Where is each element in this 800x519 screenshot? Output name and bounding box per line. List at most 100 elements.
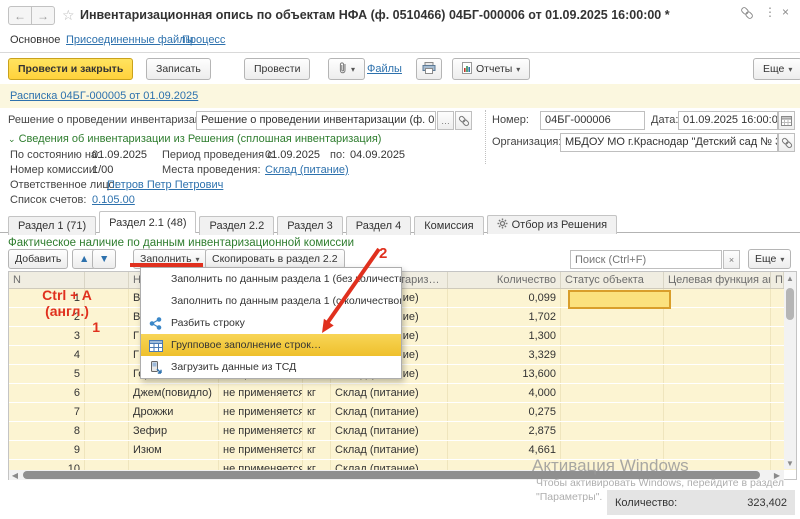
reports-button[interactable]: Отчеты ▾ [452, 58, 530, 80]
collapse-chevron-icon: ⌄ [8, 134, 16, 144]
menu-item-load-from-tsd[interactable]: Загрузить данные из ТСД [141, 356, 401, 378]
table-row[interactable]: 6Джем(повидло)не применяетсякгСклад (пит… [9, 384, 796, 403]
tab-section-1[interactable]: Раздел 1 (71) [8, 216, 96, 235]
more-menu-icon[interactable]: ⋮ [764, 5, 776, 19]
search-clear-icon[interactable]: × [723, 250, 740, 269]
menu-item-group-fill-rows[interactable]: Групповое заполнение строк… [141, 334, 401, 356]
post-button[interactable]: Провести [244, 58, 310, 80]
location-link[interactable]: Склад (питание) [265, 164, 349, 176]
organization-open-icon[interactable] [778, 133, 795, 152]
scroll-down-icon[interactable]: ▼ [784, 457, 796, 469]
search-input[interactable] [570, 250, 722, 269]
table-row[interactable]: 7Дрожжине применяетсякгСклад (питание)0,… [9, 403, 796, 422]
vertical-scrollbar[interactable]: ▲ ▼ [784, 272, 796, 469]
date-field[interactable]: 01.09.2025 16:00:00 [678, 111, 778, 130]
save-button[interactable]: Записать [146, 58, 211, 80]
page-title: Инвентаризационная опись по объектам НФА… [80, 8, 670, 22]
person-label: Ответственное лицо: [10, 179, 118, 191]
table-row[interactable]: 2Вне применяетсякгСклад (питание)1,702 [9, 308, 796, 327]
tab-section-2-2[interactable]: Раздел 2.2 [199, 216, 274, 235]
title-bar: ← → ☆ Инвентаризационная опись по объект… [0, 0, 800, 30]
organization-label: Организация: [492, 136, 561, 148]
person-link[interactable]: Петров Петр Петрович [107, 179, 223, 191]
details-group-header[interactable]: ⌄ Сведения об инвентаризации из Решения … [8, 133, 381, 145]
commission-value: 1/00 [92, 164, 113, 176]
selected-cell[interactable] [568, 290, 671, 309]
decision-field[interactable]: Решение о проведении инвентаризации (ф. … [196, 111, 436, 130]
period-to-label: по: [330, 149, 345, 161]
quantity-total-value: 323,402 [747, 497, 787, 509]
table-more-button[interactable]: Еще▾ [748, 249, 791, 269]
close-icon[interactable]: × [782, 5, 789, 19]
back-button[interactable]: ← [8, 6, 32, 25]
calendar-icon[interactable] [778, 111, 795, 130]
table-row[interactable]: 5Горошек зеленый …не применяетсякгСклад … [9, 365, 796, 384]
annotation-step2: 2 [379, 245, 387, 262]
vertical-scroll-thumb[interactable] [786, 288, 794, 320]
command-bar: Провести и закрыть Записать Провести ▾ Ф… [0, 54, 800, 84]
tab-section-3[interactable]: Раздел 3 [277, 216, 343, 235]
as-of-label: По состоянию на: [10, 149, 100, 161]
fill-dropdown-menu: Заполнить по данным раздела 1 (без колич… [140, 267, 402, 379]
report-icon [462, 62, 472, 77]
windows-activation-hint: Чтобы активировать Windows, перейдите в … [536, 477, 784, 489]
more-button[interactable]: Еще▾ [753, 58, 800, 80]
col-header-target-function: Целевая функция акт… [664, 272, 771, 288]
decision-choose-button[interactable]: … [437, 111, 454, 130]
tab-section-4[interactable]: Раздел 4 [346, 216, 412, 235]
tab-attached-files[interactable]: Присоединенные файлы [66, 34, 193, 46]
scroll-up-icon[interactable]: ▲ [784, 272, 796, 284]
scroll-left-icon[interactable]: ◀ [9, 470, 21, 480]
table-row[interactable]: 1Вне применяетсякгСклад (питание)0,099 [9, 289, 796, 308]
attachments-button[interactable]: ▾ [328, 58, 365, 80]
accounts-label: Список счетов: [10, 194, 86, 206]
tab-process[interactable]: Процесс [182, 34, 225, 46]
commission-label: Номер комиссии: [10, 164, 98, 176]
add-row-button[interactable]: Добавить [8, 249, 68, 269]
favorite-star-icon[interactable]: ☆ [62, 7, 75, 24]
windows-activation-hint2: "Параметры". [536, 491, 602, 503]
tab-commission[interactable]: Комиссия [414, 216, 483, 235]
menu-item-fill-without-qty[interactable]: Заполнить по данным раздела 1 (без колич… [141, 268, 401, 290]
col-header-p: П [771, 272, 784, 288]
receipt-link[interactable]: Расписка 04БГ-000005 от 01.09.2025 [10, 90, 198, 102]
files-link[interactable]: Файлы [367, 63, 402, 75]
number-field[interactable]: 04БГ-000006 [540, 111, 645, 130]
quantity-total-label: Количество: [615, 497, 677, 509]
tab-selection-from-decision[interactable]: Отбор из Решения [487, 215, 618, 234]
table-row[interactable]: 4Гне применяетсякгСклад (питание)3,329 [9, 346, 796, 365]
table-row[interactable]: 8Зефирне применяетсякгСклад (питание)2,8… [9, 422, 796, 441]
form-area: Решение о проведении инвентаризации: Реш… [0, 108, 800, 208]
forward-button[interactable]: → [31, 6, 55, 25]
table-row[interactable]: 3Гне применяетсякгСклад (питание)1,300 [9, 327, 796, 346]
organization-field[interactable]: МБДОУ МО г.Краснодар "Детский сад № 314" [560, 133, 778, 152]
col-header-marker [85, 272, 129, 288]
annotation-step1: Ctrl + A (англ.) 1 [22, 287, 112, 335]
as-of-value: 01.09.2025 [92, 149, 147, 161]
table-fill-icon [149, 338, 163, 352]
menu-item-fill-with-qty[interactable]: Заполнить по данным раздела 1 (с количес… [141, 290, 401, 312]
decision-open-icon[interactable] [455, 111, 472, 130]
tsd-device-icon [149, 360, 163, 374]
period-to-value: 04.09.2025 [350, 149, 405, 161]
menu-item-split-row[interactable]: Разбить строку [141, 312, 401, 334]
table-body: 1Вне применяетсякгСклад (питание)0,099 2… [9, 289, 796, 470]
post-and-close-button[interactable]: Провести и закрыть [8, 58, 133, 80]
printer-icon [422, 62, 436, 77]
totals-footer: Количество: 323,402 [607, 490, 795, 515]
split-row-icon [149, 316, 163, 330]
tab-main[interactable]: Основное [10, 34, 60, 46]
copy-to-section-button[interactable]: Скопировать в раздел 2.2 [205, 249, 345, 269]
period-from-value: 01.09.2025 [265, 149, 320, 161]
accounts-link[interactable]: 0.105.00 [92, 194, 135, 206]
date-label: Дата: [651, 114, 678, 126]
number-label: Номер: [492, 114, 529, 126]
document-window: ← → ☆ Инвентаризационная опись по объект… [0, 0, 800, 519]
fill-button[interactable]: Заполнить▾ [133, 249, 207, 269]
table-header-row: N Номенклатура Место инвентариз… Количес… [9, 272, 796, 289]
tab-section-2-1[interactable]: Раздел 2.1 (48) [99, 211, 196, 233]
get-link-icon[interactable] [740, 6, 754, 23]
print-button[interactable] [416, 58, 442, 80]
move-down-button[interactable]: ▼ [92, 249, 116, 269]
form-separator [485, 110, 486, 164]
